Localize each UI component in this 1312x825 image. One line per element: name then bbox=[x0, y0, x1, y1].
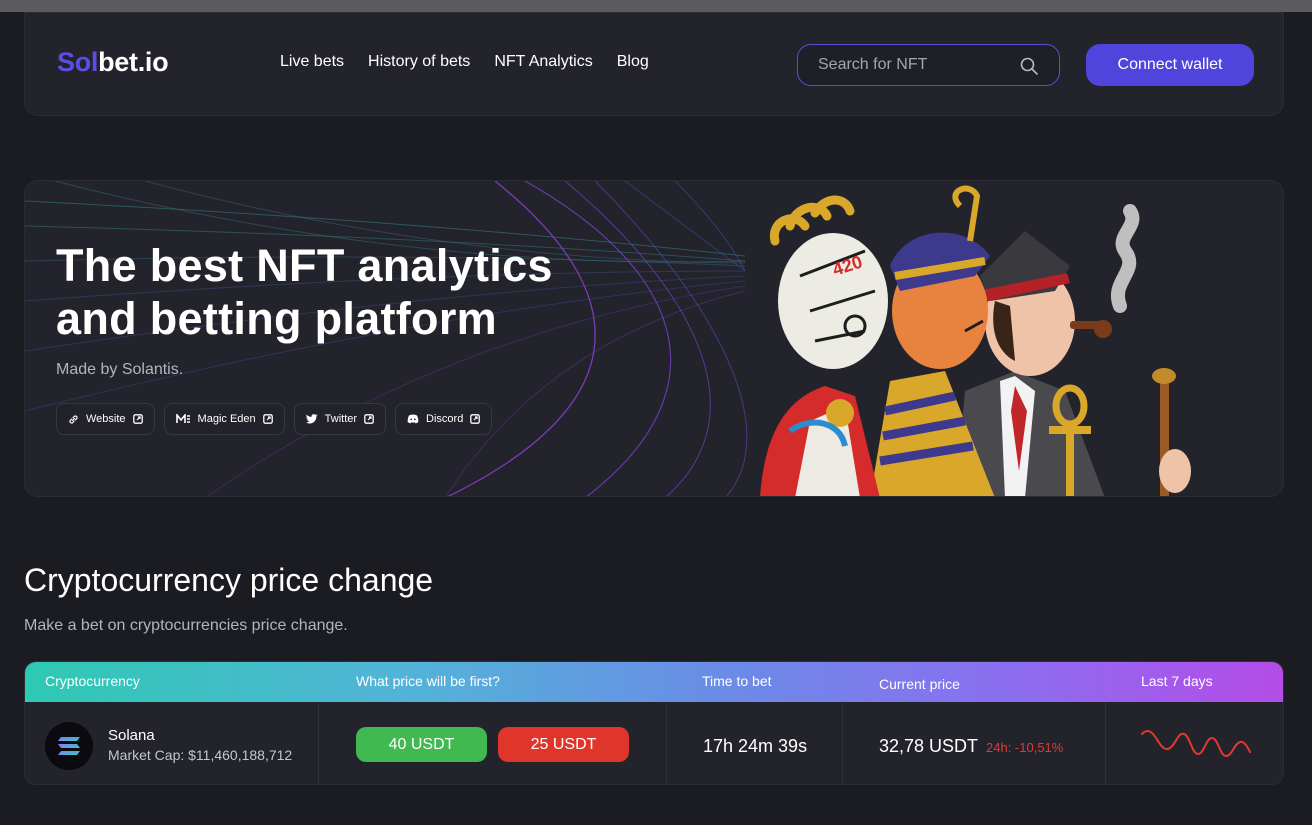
time-to-bet-countdown: 17h 24m 39s bbox=[703, 736, 808, 756]
search-box bbox=[797, 44, 1060, 86]
nav-nft-analytics[interactable]: NFT Analytics bbox=[494, 53, 592, 71]
magic-eden-label: Magic Eden bbox=[197, 413, 256, 425]
connect-wallet-button[interactable]: Connect wallet bbox=[1086, 44, 1254, 86]
section-subtitle: Make a bet on cryptocurrencies price cha… bbox=[24, 617, 348, 634]
twitter-icon bbox=[305, 414, 318, 424]
logo-text: bet.io bbox=[98, 47, 169, 77]
coin-name: Solana bbox=[108, 727, 155, 744]
column-divider bbox=[318, 702, 319, 784]
discord-icon bbox=[407, 414, 419, 424]
hero-title: The best NFT analytics and betting platf… bbox=[56, 239, 616, 345]
external-link-icon bbox=[470, 414, 481, 424]
magic-eden-icon bbox=[175, 414, 190, 423]
website-link[interactable]: Website bbox=[56, 403, 155, 435]
navbar: Solbet.io Live bets History of bets NFT … bbox=[24, 12, 1284, 116]
hero-subtitle: Made by Solantis. bbox=[56, 361, 184, 378]
market-cap: Market Cap: $11,460,188,712 bbox=[108, 747, 293, 763]
twitter-label: Twitter bbox=[324, 413, 358, 425]
section-title: Cryptocurrency price change bbox=[24, 562, 434, 598]
column-divider bbox=[666, 702, 667, 784]
crypto-price-table: Cryptocurrency What price will be first?… bbox=[24, 661, 1284, 785]
current-price: 32,78 USDT bbox=[879, 736, 979, 756]
website-label: Website bbox=[86, 413, 126, 425]
header-current-price: Current price bbox=[879, 676, 960, 692]
bet-higher-button[interactable]: 40 USDT bbox=[356, 727, 487, 762]
social-links: Website Magic Eden Twitter Discord bbox=[56, 403, 493, 435]
main-nav: Live bets History of bets NFT Analytics … bbox=[280, 53, 649, 71]
column-divider bbox=[1105, 702, 1106, 784]
discord-label: Discord bbox=[426, 413, 464, 425]
nft-characters-illustration: 420 bbox=[760, 185, 1191, 496]
logo-accent-text: Sol bbox=[57, 47, 99, 77]
column-divider bbox=[842, 702, 843, 784]
bet-lower-button[interactable]: 25 USDT bbox=[498, 727, 629, 762]
link-icon bbox=[69, 414, 78, 424]
search-icon[interactable] bbox=[1019, 56, 1039, 76]
nav-history-of-bets[interactable]: History of bets bbox=[368, 53, 470, 71]
magic-eden-link[interactable]: Magic Eden bbox=[163, 403, 285, 435]
price-change-24h: 24h: -10,51% bbox=[986, 740, 1064, 755]
nav-live-bets[interactable]: Live bets bbox=[280, 53, 344, 71]
solana-icon bbox=[45, 722, 93, 770]
header-time-to-bet: Time to bet bbox=[702, 673, 772, 689]
header-cryptocurrency: Cryptocurrency bbox=[45, 673, 140, 689]
external-link-icon bbox=[364, 414, 374, 424]
hero-title-line1: The best NFT analytics bbox=[56, 240, 553, 291]
hero-banner: 420 The best NFT analytics and betting p… bbox=[24, 180, 1284, 497]
external-link-icon bbox=[132, 414, 143, 424]
table-row: Solana Market Cap: $11,460,188,712 40 US… bbox=[25, 702, 1283, 784]
sparkline-7-days bbox=[1141, 730, 1251, 758]
discord-link[interactable]: Discord bbox=[395, 403, 493, 435]
header-last-7-days: Last 7 days bbox=[1141, 673, 1213, 689]
twitter-link[interactable]: Twitter bbox=[293, 403, 387, 435]
search-input[interactable] bbox=[818, 55, 1018, 75]
window-top-strip bbox=[0, 0, 1312, 12]
external-link-icon bbox=[262, 414, 273, 424]
header-what-price-first: What price will be first? bbox=[356, 673, 500, 689]
nav-blog[interactable]: Blog bbox=[617, 53, 649, 71]
table-header: Cryptocurrency What price will be first?… bbox=[25, 662, 1283, 702]
hero-title-line2: and betting platform bbox=[56, 293, 497, 344]
logo[interactable]: Solbet.io bbox=[57, 47, 169, 78]
